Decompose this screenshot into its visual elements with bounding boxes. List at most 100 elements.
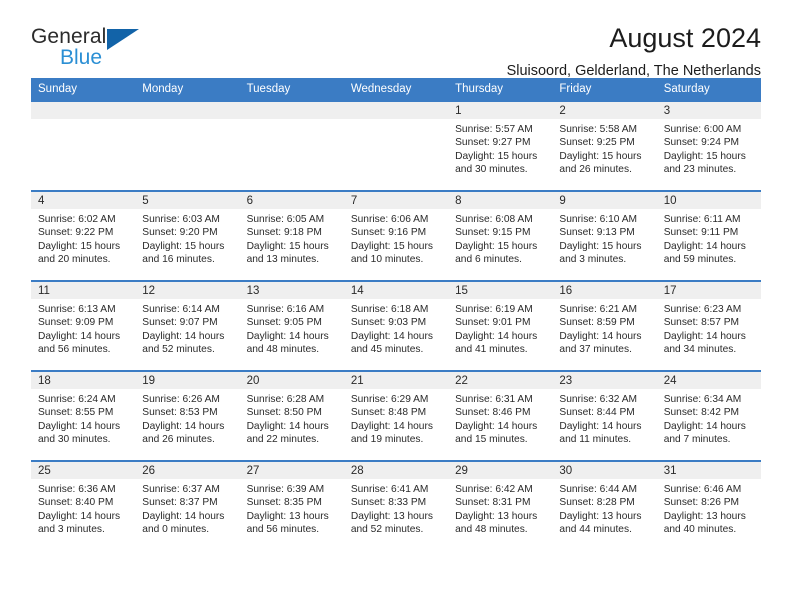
calendar-day-cell[interactable]: 9 Sunrise: 6:10 AM Sunset: 9:13 PM Daylight… — [552, 190, 657, 281]
day-number — [343, 102, 449, 119]
calendar-day-cell[interactable]: 26 Sunrise: 6:37 AM Sunset: 8:37 PM Dayligh… — [135, 460, 240, 551]
daylight-text-line2: and 40 minutes. — [663, 524, 737, 536]
day-details: Sunrise: 6:14 AM Sunset: 9:07 PM Daylight:… — [135, 299, 239, 357]
day-details: Sunrise: 6:28 AM Sunset: 8:50 PM Daylight:… — [240, 389, 344, 447]
day-cell-content: 13 Sunrise: 6:16 AM Sunset: 9:05 PM Dayligh… — [239, 282, 344, 370]
sunset-text: Sunset: 8:37 PM — [142, 497, 218, 509]
day-cell-content: 31 Sunrise: 6:46 AM Sunset: 8:26 PM Dayligh… — [656, 462, 761, 550]
calendar-day-cell[interactable]: 30 Sunrise: 6:44 AM Sunset: 8:28 PM Dayligh… — [552, 460, 657, 551]
sunrise-sunset-calendar: Sunday Monday Tuesday Wednesday Thursday… — [31, 78, 761, 551]
sunset-text: Sunset: 9:24 PM — [663, 137, 740, 149]
calendar-day-cell[interactable]: 7 Sunrise: 6:06 AM Sunset: 9:16 PM Daylight… — [343, 190, 449, 281]
daylight-text-line2: and 59 minutes. — [663, 254, 737, 266]
day-details: Sunrise: 6:10 AM Sunset: 9:13 PM Daylight:… — [552, 209, 656, 267]
calendar-day-cell[interactable]: 15 Sunrise: 6:19 AM Sunset: 9:01 PM Dayligh… — [448, 280, 553, 371]
calendar-day-cell[interactable]: 8 Sunrise: 6:08 AM Sunset: 9:15 PM Daylight… — [448, 190, 553, 281]
sunrise-text: Sunrise: 6:21 AM — [559, 304, 637, 315]
general-blue-logo[interactable]: General Blue — [31, 26, 161, 76]
calendar-day-cell[interactable]: 13 Sunrise: 6:16 AM Sunset: 9:05 PM Dayligh… — [239, 280, 344, 371]
sunset-text: Sunset: 9:05 PM — [246, 317, 322, 329]
day-number: 23 — [552, 372, 657, 389]
daylight-text-line1: Daylight: 15 hours — [663, 150, 746, 162]
sunset-text: Sunset: 9:03 PM — [350, 317, 427, 329]
sunset-text: Sunset: 8:40 PM — [38, 497, 114, 509]
day-details: Sunrise: 6:36 AM Sunset: 8:40 PM Daylight:… — [31, 479, 135, 537]
calendar-day-cell[interactable]: 19 Sunrise: 6:26 AM Sunset: 8:53 PM Dayligh… — [135, 370, 240, 461]
daylight-text-line2: and 41 minutes. — [455, 344, 528, 356]
sunrise-text: Sunrise: 6:10 AM — [559, 214, 637, 225]
calendar-day-cell[interactable]: 25 Sunrise: 6:36 AM Sunset: 8:40 PM Dayligh… — [31, 460, 136, 551]
day-details: Sunrise: 6:11 AM Sunset: 9:11 PM Daylight:… — [657, 209, 761, 267]
calendar-day-cell — [343, 100, 449, 191]
calendar-day-cell[interactable]: 5 Sunrise: 6:03 AM Sunset: 9:20 PM Daylight… — [135, 190, 240, 281]
sunrise-text: Sunrise: 6:18 AM — [350, 304, 429, 315]
sunset-text: Sunset: 8:33 PM — [350, 497, 427, 509]
sunrise-text: Sunrise: 6:34 AM — [663, 394, 742, 405]
calendar-day-cell[interactable]: 17 Sunrise: 6:23 AM Sunset: 8:57 PM Dayligh… — [656, 280, 761, 371]
daylight-text-line1: Daylight: 14 hours — [142, 420, 225, 432]
sunset-text: Sunset: 8:46 PM — [455, 407, 531, 419]
calendar-day-cell[interactable]: 14 Sunrise: 6:18 AM Sunset: 9:03 PM Dayligh… — [343, 280, 449, 371]
calendar-day-cell[interactable]: 11 Sunrise: 6:13 AM Sunset: 9:09 PM Dayligh… — [31, 280, 136, 371]
day-number: 6 — [239, 192, 344, 209]
calendar-day-cell[interactable]: 6 Sunrise: 6:05 AM Sunset: 9:18 PM Daylight… — [239, 190, 344, 281]
day-details: Sunrise: 6:13 AM Sunset: 9:09 PM Daylight:… — [31, 299, 135, 357]
sunrise-text: Sunrise: 6:00 AM — [663, 124, 742, 135]
calendar-day-cell[interactable]: 24 Sunrise: 6:34 AM Sunset: 8:42 PM Dayligh… — [656, 370, 761, 461]
calendar-day-cell[interactable]: 31 Sunrise: 6:46 AM Sunset: 8:26 PM Dayligh… — [656, 460, 761, 551]
day-number: 28 — [343, 462, 449, 479]
sunset-text: Sunset: 8:53 PM — [142, 407, 218, 419]
daylight-text-line1: Daylight: 15 hours — [455, 150, 538, 162]
day-cell-content — [239, 102, 344, 190]
daylight-text-line1: Daylight: 15 hours — [559, 240, 642, 252]
day-cell-content: 18 Sunrise: 6:24 AM Sunset: 8:55 PM Dayligh… — [31, 372, 136, 460]
calendar-day-cell[interactable]: 2 Sunrise: 5:58 AM Sunset: 9:25 PM Daylight… — [552, 100, 657, 191]
sunset-text: Sunset: 8:26 PM — [663, 497, 740, 509]
day-details: Sunrise: 6:29 AM Sunset: 8:48 PM Daylight:… — [344, 389, 448, 447]
calendar-day-cell[interactable]: 10 Sunrise: 6:11 AM Sunset: 9:11 PM Dayligh… — [656, 190, 761, 281]
calendar-day-cell[interactable]: 18 Sunrise: 6:24 AM Sunset: 8:55 PM Dayligh… — [31, 370, 136, 461]
day-details: Sunrise: 6:32 AM Sunset: 8:44 PM Daylight:… — [552, 389, 656, 447]
daylight-text-line2: and 30 minutes. — [38, 434, 111, 446]
calendar-day-cell[interactable]: 4 Sunrise: 6:02 AM Sunset: 9:22 PM Daylight… — [31, 190, 136, 281]
calendar-day-cell[interactable]: 29 Sunrise: 6:42 AM Sunset: 8:31 PM Dayligh… — [448, 460, 553, 551]
day-details: Sunrise: 6:37 AM Sunset: 8:37 PM Daylight:… — [135, 479, 239, 537]
sunset-text: Sunset: 9:01 PM — [455, 317, 531, 329]
daylight-text-line2: and 45 minutes. — [350, 344, 424, 356]
calendar-day-cell[interactable]: 1 Sunrise: 5:57 AM Sunset: 9:27 PM Daylight… — [448, 100, 553, 191]
daylight-text-line1: Daylight: 15 hours — [246, 240, 329, 252]
calendar-day-cell[interactable]: 12 Sunrise: 6:14 AM Sunset: 9:07 PM Dayligh… — [135, 280, 240, 371]
sunset-text: Sunset: 9:18 PM — [246, 227, 322, 239]
daylight-text-line1: Daylight: 14 hours — [142, 510, 225, 522]
calendar-day-cell[interactable]: 3 Sunrise: 6:00 AM Sunset: 9:24 PM Daylight… — [656, 100, 761, 191]
calendar-day-cell[interactable]: 28 Sunrise: 6:41 AM Sunset: 8:33 PM Dayligh… — [343, 460, 449, 551]
day-cell-content: 29 Sunrise: 6:42 AM Sunset: 8:31 PM Dayligh… — [448, 462, 553, 550]
sunrise-text: Sunrise: 6:46 AM — [663, 484, 742, 495]
calendar-day-cell[interactable]: 22 Sunrise: 6:31 AM Sunset: 8:46 PM Dayligh… — [448, 370, 553, 461]
calendar-day-cell[interactable]: 23 Sunrise: 6:32 AM Sunset: 8:44 PM Dayligh… — [552, 370, 657, 461]
day-number: 7 — [343, 192, 449, 209]
sunset-text: Sunset: 8:50 PM — [246, 407, 322, 419]
sunset-text: Sunset: 8:42 PM — [663, 407, 740, 419]
daylight-text-line2: and 26 minutes. — [559, 164, 632, 176]
day-details: Sunrise: 6:19 AM Sunset: 9:01 PM Daylight:… — [448, 299, 552, 357]
day-cell-content: 19 Sunrise: 6:26 AM Sunset: 8:53 PM Dayligh… — [135, 372, 240, 460]
daylight-text-line2: and 34 minutes. — [663, 344, 737, 356]
calendar-week-row: 1 Sunrise: 5:57 AM Sunset: 9:27 PM Daylight… — [31, 100, 761, 191]
daylight-text-line2: and 56 minutes. — [246, 524, 320, 536]
calendar-day-cell[interactable]: 20 Sunrise: 6:28 AM Sunset: 8:50 PM Dayligh… — [239, 370, 344, 461]
sunrise-text: Sunrise: 6:42 AM — [455, 484, 533, 495]
day-cell-content: 26 Sunrise: 6:37 AM Sunset: 8:37 PM Dayligh… — [135, 462, 240, 550]
day-details: Sunrise: 6:24 AM Sunset: 8:55 PM Daylight:… — [31, 389, 135, 447]
calendar-day-cell[interactable]: 16 Sunrise: 6:21 AM Sunset: 8:59 PM Dayligh… — [552, 280, 657, 371]
calendar-day-cell[interactable]: 27 Sunrise: 6:39 AM Sunset: 8:35 PM Dayligh… — [239, 460, 344, 551]
day-cell-content: 11 Sunrise: 6:13 AM Sunset: 9:09 PM Dayligh… — [31, 282, 136, 370]
triangle-icon — [107, 29, 139, 50]
day-cell-content: 14 Sunrise: 6:18 AM Sunset: 9:03 PM Dayligh… — [343, 282, 449, 370]
sunset-text: Sunset: 9:16 PM — [350, 227, 427, 239]
day-number: 13 — [239, 282, 344, 299]
day-number: 14 — [343, 282, 449, 299]
calendar-day-cell[interactable]: 21 Sunrise: 6:29 AM Sunset: 8:48 PM Dayligh… — [343, 370, 449, 461]
daylight-text-line2: and 6 minutes. — [455, 254, 522, 266]
day-number: 2 — [552, 102, 657, 119]
